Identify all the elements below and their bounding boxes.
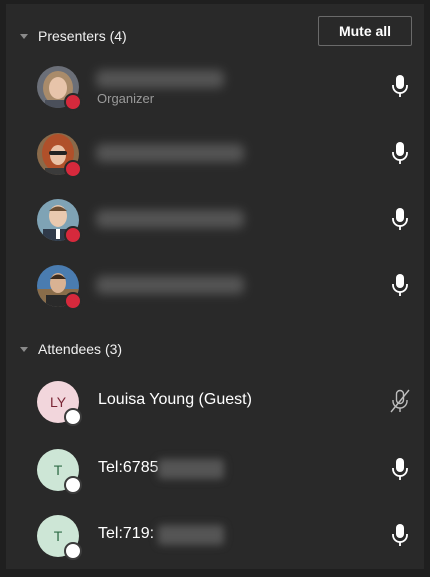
redacted-name xyxy=(96,70,224,88)
redacted-number xyxy=(158,459,224,479)
attendee-row[interactable]: T Tel:6785 xyxy=(6,440,424,500)
avatar: LY xyxy=(37,381,82,426)
avatar: T xyxy=(37,449,82,494)
avatar xyxy=(37,66,82,111)
offline-status-icon xyxy=(64,476,82,494)
mute-all-button[interactable]: Mute all xyxy=(318,16,412,46)
collapse-caret-icon[interactable] xyxy=(20,346,28,352)
presenters-title: Presenters (4) xyxy=(38,28,127,44)
role-label: Organizer xyxy=(97,91,155,106)
attendee-row[interactable]: T Tel:719: xyxy=(6,506,424,566)
redacted-name xyxy=(96,144,244,162)
mic-icon[interactable] xyxy=(388,140,412,166)
busy-status-icon xyxy=(64,93,82,111)
mic-muted-icon[interactable] xyxy=(388,388,412,414)
attendees-title: Attendees (3) xyxy=(38,341,123,357)
participant-name: Louisa Young (Guest) xyxy=(98,391,252,408)
mic-icon[interactable] xyxy=(388,206,412,232)
redacted-name xyxy=(96,210,244,228)
presenter-row[interactable]: Organizer xyxy=(6,57,424,117)
participants-panel: Presenters (4) Mute all Organizer Attend… xyxy=(6,4,424,569)
avatar xyxy=(37,199,82,244)
presenter-row[interactable] xyxy=(6,124,424,184)
participant-name: Tel:6785 xyxy=(98,459,159,476)
avatar: T xyxy=(37,515,82,560)
attendees-section-header[interactable]: Attendees (3) xyxy=(6,329,424,369)
redacted-name xyxy=(96,276,244,294)
participant-name: Tel:719: xyxy=(98,525,155,542)
avatar xyxy=(37,133,82,178)
busy-status-icon xyxy=(64,226,82,244)
presenter-row[interactable] xyxy=(6,256,424,316)
avatar xyxy=(37,265,82,310)
collapse-caret-icon[interactable] xyxy=(20,33,28,39)
mic-icon[interactable] xyxy=(388,73,412,99)
presenter-row[interactable] xyxy=(6,190,424,250)
offline-status-icon xyxy=(64,542,82,560)
attendee-row[interactable]: LY Louisa Young (Guest) xyxy=(6,372,424,432)
busy-status-icon xyxy=(64,292,82,310)
mic-icon[interactable] xyxy=(388,272,412,298)
busy-status-icon xyxy=(64,160,82,178)
mic-icon[interactable] xyxy=(388,522,412,548)
redacted-number xyxy=(158,525,224,545)
mic-icon[interactable] xyxy=(388,456,412,482)
offline-status-icon xyxy=(64,408,82,426)
